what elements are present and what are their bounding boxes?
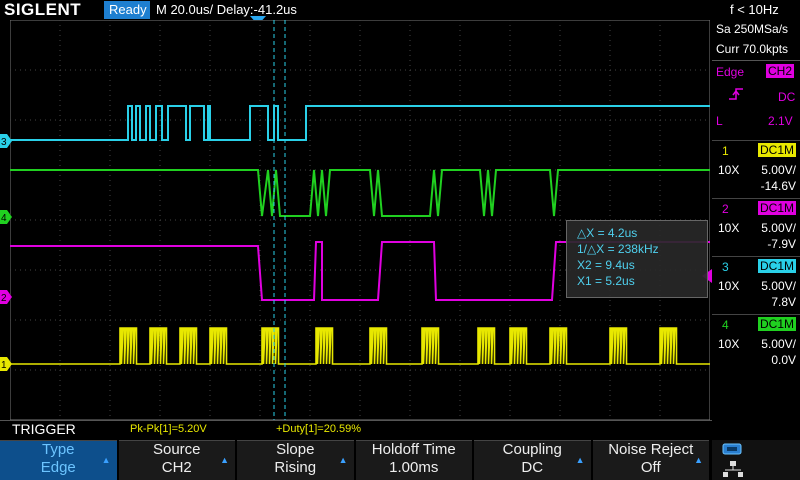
channel-probe: 10X — [718, 221, 740, 235]
cursor-delta-x: △X = 4.2us — [577, 226, 638, 240]
measurement-duty: +Duty[1]=20.59% — [276, 423, 362, 435]
softkey-coupling[interactable]: Coupling DC ▲ — [474, 440, 591, 480]
top-status-bar: SIGLENT Ready M 20.0us/ Delay:-41.2us f … — [0, 0, 800, 25]
channel-coupling-badge: DC1M — [758, 143, 797, 157]
channel-probe: 10X — [718, 279, 740, 293]
svg-text:4: 4 — [1, 213, 7, 224]
softkey-label: Type — [41, 441, 75, 458]
trigger-level-value: 2.1V — [768, 114, 793, 128]
run-status-badge[interactable]: Ready — [104, 1, 150, 19]
channel-offset: -7.9V — [767, 237, 796, 251]
ch1-ground-marker-icon[interactable]: 1 — [0, 357, 12, 371]
trigger-frequency-readout: f < 10Hz — [730, 2, 779, 17]
softkey-arrow-icon: ▲ — [694, 455, 703, 465]
channel-2-panel[interactable]: 2 DC1M 10X 5.00V/ -7.9V — [712, 198, 800, 257]
softkey-arrow-icon: ▲ — [338, 455, 348, 465]
timebase-readout[interactable]: M 20.0us/ Delay:-41.2us — [156, 2, 297, 18]
softkey-value: 1.00ms — [389, 459, 439, 476]
channel-scale: 5.00V/ — [761, 163, 796, 177]
cursor-x1-value: X1 = 5.2us — [577, 274, 635, 288]
softkey-type[interactable]: Type Edge ▲ — [0, 440, 117, 480]
cursor-x2-value: X2 = 9.4us — [577, 258, 635, 272]
softkey-source[interactable]: Source CH2 ▲ — [118, 440, 235, 480]
channel-number: 1 — [722, 144, 729, 158]
channel-coupling-badge: DC1M — [758, 201, 797, 215]
channel-scale: 5.00V/ — [761, 221, 796, 235]
svg-text:3: 3 — [1, 137, 7, 148]
softkey-arrow-icon: ▲ — [220, 455, 229, 465]
softkey-label: Slope — [276, 441, 315, 458]
network-icon — [723, 461, 743, 477]
trigger-coupling-label: DC — [778, 90, 796, 104]
trigger-type-label: Edge — [716, 65, 745, 79]
softkey-arrow-icon: ▲ — [101, 455, 111, 465]
sample-rate-readout: Sa 250MSa/s — [716, 22, 789, 36]
channel-offset: 7.8V — [771, 295, 796, 309]
svg-text:1: 1 — [1, 360, 7, 371]
softkey-label: Noise Reject — [608, 441, 694, 458]
softkey-label: Coupling — [502, 441, 562, 458]
softkey-holdoff-time[interactable]: Holdoff Time 1.00ms — [355, 440, 472, 480]
cursor-inverse-delta-x: 1/△X = 238kHz — [577, 242, 659, 256]
brand-logo: SIGLENT — [4, 0, 82, 19]
softkey-value: CH2 — [161, 459, 192, 476]
softkey-value: Rising — [274, 459, 317, 476]
softkey-value: DC — [521, 459, 544, 476]
channel-4-panel[interactable]: 4 DC1M 10X 5.00V/0.0V — [712, 314, 800, 373]
channel-offset: 0.0V — [771, 353, 796, 367]
trigger-source-badge: CH2 — [766, 64, 795, 78]
softkey-noise-reject[interactable]: Noise Reject Off ▲ — [592, 440, 709, 480]
channel-scale: 5.00V/ — [761, 279, 796, 293]
softkey-label: Source — [152, 441, 201, 458]
ch4-ground-marker-icon[interactable]: 4 — [0, 210, 12, 224]
softkey-value: Off — [640, 459, 661, 476]
channel-3-panel[interactable]: 3 DC1M 10X 5.00V/7.8V — [712, 256, 800, 315]
channel-coupling-badge: DC1M — [758, 317, 797, 331]
menu-title: TRIGGER — [12, 421, 76, 437]
channel-number: 2 — [722, 202, 729, 216]
channel-probe: 10X — [718, 337, 740, 351]
ch2-ground-marker-icon[interactable]: 2 — [0, 290, 12, 304]
trigger-info-panel[interactable]: Edge CH2 DC L 2.1V — [712, 62, 800, 132]
softkey-arrow-icon: ▲ — [575, 455, 585, 465]
trigger-level-tag: L — [716, 114, 723, 128]
ch3-ground-marker-icon[interactable]: 3 — [0, 134, 12, 148]
channel-1-panel[interactable]: 1 DC1M 10X 5.00V/ -14.6V — [712, 140, 800, 199]
usb-icon — [722, 443, 742, 455]
softkey-slope[interactable]: Slope Rising ▲ — [237, 440, 354, 480]
channel-number: 4 — [722, 318, 729, 332]
channel-offset: -14.6V — [760, 179, 796, 193]
channel-coupling-badge: DC1M — [758, 259, 797, 273]
channel-scale: 5.00V/ — [761, 337, 796, 351]
rising-edge-icon — [729, 88, 743, 100]
softkey-label: Holdoff Time — [371, 441, 456, 458]
cursor-readout-panel: △X = 4.2us 1/△X = 238kHz X2 = 9.4us X1 =… — [566, 220, 708, 298]
svg-text:2: 2 — [1, 293, 7, 304]
memory-depth-readout: Curr 70.0kpts — [716, 42, 789, 56]
softkey-value: Edge — [40, 459, 76, 476]
channel-number: 3 — [722, 260, 729, 274]
status-icons-area — [712, 440, 800, 480]
measurement-pkpk: Pk-Pk[1]=5.20V — [130, 423, 207, 435]
channel-probe: 10X — [718, 163, 740, 177]
